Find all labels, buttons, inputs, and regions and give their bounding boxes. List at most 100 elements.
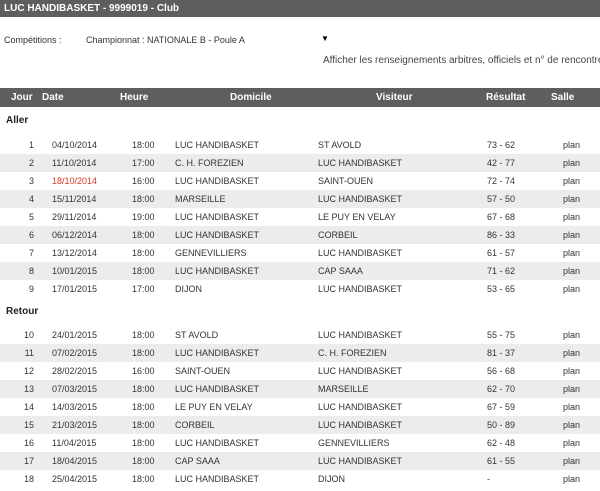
cell-visiteur: CORBEIL bbox=[318, 230, 358, 240]
show-referee-info-link[interactable]: Afficher les renseignements arbitres, of… bbox=[323, 55, 600, 66]
cell-heure: 18:00 bbox=[132, 330, 155, 340]
cell-heure: 17:00 bbox=[132, 284, 155, 294]
cell-resultat: 56 - 68 bbox=[487, 366, 516, 376]
salle-plan-link[interactable]: plan bbox=[563, 398, 580, 416]
cell-domicile: C. H. FOREZIEN bbox=[175, 158, 244, 168]
header-visiteur: Visiteur bbox=[376, 92, 413, 103]
table-row: 12 28/02/2015 16:00 SAINT-OUEN LUC HANDIBASK… bbox=[0, 362, 600, 380]
cell-resultat: 71 - 62 bbox=[487, 266, 516, 276]
cell-jour: 13 bbox=[23, 384, 34, 394]
cell-date: 11/10/2014 bbox=[52, 158, 97, 168]
table-row: 3 18/10/2014 16:00 LUC HANDIBASKET SAINT-OUE… bbox=[0, 172, 600, 190]
salle-plan-link[interactable]: plan bbox=[563, 362, 580, 380]
cell-resultat: 61 - 55 bbox=[487, 456, 516, 466]
cell-heure: 18:00 bbox=[132, 402, 155, 412]
cell-jour: 3 bbox=[28, 176, 34, 186]
salle-plan-link[interactable]: plan bbox=[563, 452, 580, 470]
cell-jour: 9 bbox=[28, 284, 34, 294]
cell-resultat: 62 - 70 bbox=[487, 384, 516, 394]
table-header: Jour Date Heure Domicile Visiteur Résult… bbox=[0, 88, 600, 107]
cell-date: 28/02/2015 bbox=[52, 366, 98, 376]
cell-jour: 17 bbox=[23, 456, 34, 466]
header-salle: Salle bbox=[551, 92, 575, 103]
salle-plan-link[interactable]: plan bbox=[563, 208, 580, 226]
cell-domicile: LUC HANDIBASKET bbox=[175, 266, 260, 276]
cell-resultat: 53 - 65 bbox=[487, 284, 516, 294]
cell-resultat: 50 - 89 bbox=[487, 420, 516, 430]
cell-domicile: SAINT-OUEN bbox=[175, 366, 231, 376]
cell-domicile: LUC HANDIBASKET bbox=[175, 348, 260, 358]
table-row: 6 06/12/2014 18:00 LUC HANDIBASKET CORBEIL 86… bbox=[0, 226, 600, 244]
table-row: 18 25/04/2015 18:00 LUC HANDIBASKET DIJON - pl… bbox=[0, 470, 600, 488]
cell-heure: 19:00 bbox=[132, 212, 155, 222]
cell-resultat: 67 - 68 bbox=[487, 212, 516, 222]
cell-visiteur: LE PUY EN VELAY bbox=[318, 212, 396, 222]
cell-visiteur: ST AVOLD bbox=[318, 140, 362, 150]
salle-plan-link[interactable]: plan bbox=[563, 470, 580, 488]
salle-plan-link[interactable]: plan bbox=[563, 262, 580, 280]
cell-visiteur: LUC HANDIBASKET bbox=[318, 194, 403, 204]
table-row: 1 04/10/2014 18:00 LUC HANDIBASKET ST AVOLD 7… bbox=[0, 136, 600, 154]
competition-select[interactable]: Championnat : NATIONALE B - Poule A bbox=[86, 35, 245, 45]
table-row: 17 18/04/2015 18:00 CAP SAAA LUC HANDIBASKET… bbox=[0, 452, 600, 470]
header-domicile: Domicile bbox=[230, 92, 272, 103]
cell-jour: 15 bbox=[23, 420, 34, 430]
header-jour: Jour bbox=[11, 92, 33, 103]
cell-heure: 18:00 bbox=[132, 384, 155, 394]
salle-plan-link[interactable]: plan bbox=[563, 416, 580, 434]
cell-heure: 18:00 bbox=[132, 266, 155, 276]
salle-plan-link[interactable]: plan bbox=[563, 326, 580, 344]
competitions-label: Compétitions : bbox=[4, 35, 62, 45]
cell-domicile: LUC HANDIBASKET bbox=[175, 176, 260, 186]
salle-plan-link[interactable]: plan bbox=[563, 380, 580, 398]
salle-plan-link[interactable]: plan bbox=[563, 244, 580, 262]
cell-visiteur: LUC HANDIBASKET bbox=[318, 456, 403, 466]
cell-date: 10/01/2015 bbox=[52, 266, 98, 276]
cell-domicile: GENNEVILLIERS bbox=[175, 248, 247, 258]
salle-plan-link[interactable]: plan bbox=[563, 344, 580, 362]
cell-heure: 16:00 bbox=[132, 366, 155, 376]
cell-visiteur: LUC HANDIBASKET bbox=[318, 248, 403, 258]
salle-plan-link[interactable]: plan bbox=[563, 136, 580, 154]
cell-date: 04/10/2014 bbox=[52, 140, 98, 150]
cell-visiteur: SAINT-OUEN bbox=[318, 176, 374, 186]
table-row: 7 13/12/2014 18:00 GENNEVILLIERS LUC HANDIBA… bbox=[0, 244, 600, 262]
cell-resultat: 72 - 74 bbox=[487, 176, 516, 186]
table-row: 10 24/01/2015 18:00 ST AVOLD LUC HANDIBASKET… bbox=[0, 326, 600, 344]
salle-plan-link[interactable]: plan bbox=[563, 154, 580, 172]
salle-plan-link[interactable]: plan bbox=[563, 434, 580, 452]
cell-domicile: CAP SAAA bbox=[175, 456, 220, 466]
cell-date: 18/10/2014 bbox=[52, 176, 98, 186]
table-row: 16 11/04/2015 18:00 LUC HANDIBASKET GENNEVIL… bbox=[0, 434, 600, 452]
cell-resultat: 55 - 75 bbox=[487, 330, 516, 340]
cell-heure: 16:00 bbox=[132, 176, 155, 186]
cell-visiteur: GENNEVILLIERS bbox=[318, 438, 390, 448]
cell-domicile: LUC HANDIBASKET bbox=[175, 230, 260, 240]
chevron-down-icon[interactable]: ▼ bbox=[321, 34, 329, 43]
cell-domicile: LUC HANDIBASKET bbox=[175, 140, 260, 150]
salle-plan-link[interactable]: plan bbox=[563, 280, 580, 298]
table-row: 5 29/11/2014 19:00 LUC HANDIBASKET LE PUY EN… bbox=[0, 208, 600, 226]
cell-jour: 14 bbox=[23, 402, 34, 412]
cell-date: 07/02/2015 bbox=[52, 348, 98, 358]
cell-domicile: MARSEILLE bbox=[175, 194, 226, 204]
salle-plan-link[interactable]: plan bbox=[563, 172, 580, 190]
cell-domicile: DIJON bbox=[175, 284, 202, 294]
cell-date: 06/12/2014 bbox=[52, 230, 98, 240]
header-resultat: Résultat bbox=[486, 92, 526, 103]
salle-plan-link[interactable]: plan bbox=[563, 190, 580, 208]
cell-jour: 10 bbox=[23, 330, 34, 340]
cell-date: 18/04/2015 bbox=[52, 456, 98, 466]
cell-date: 24/01/2015 bbox=[52, 330, 98, 340]
cell-heure: 18:00 bbox=[132, 348, 155, 358]
cell-resultat: 81 - 37 bbox=[487, 348, 516, 358]
cell-heure: 17:00 bbox=[132, 158, 155, 168]
cell-jour: 11 bbox=[24, 348, 34, 358]
cell-visiteur: LUC HANDIBASKET bbox=[318, 284, 403, 294]
salle-plan-link[interactable]: plan bbox=[563, 226, 580, 244]
cell-heure: 18:00 bbox=[132, 474, 155, 484]
cell-jour: 2 bbox=[28, 158, 34, 168]
cell-jour: 5 bbox=[28, 212, 34, 222]
cell-visiteur: MARSEILLE bbox=[318, 384, 369, 394]
cell-resultat: 42 - 77 bbox=[487, 158, 516, 168]
